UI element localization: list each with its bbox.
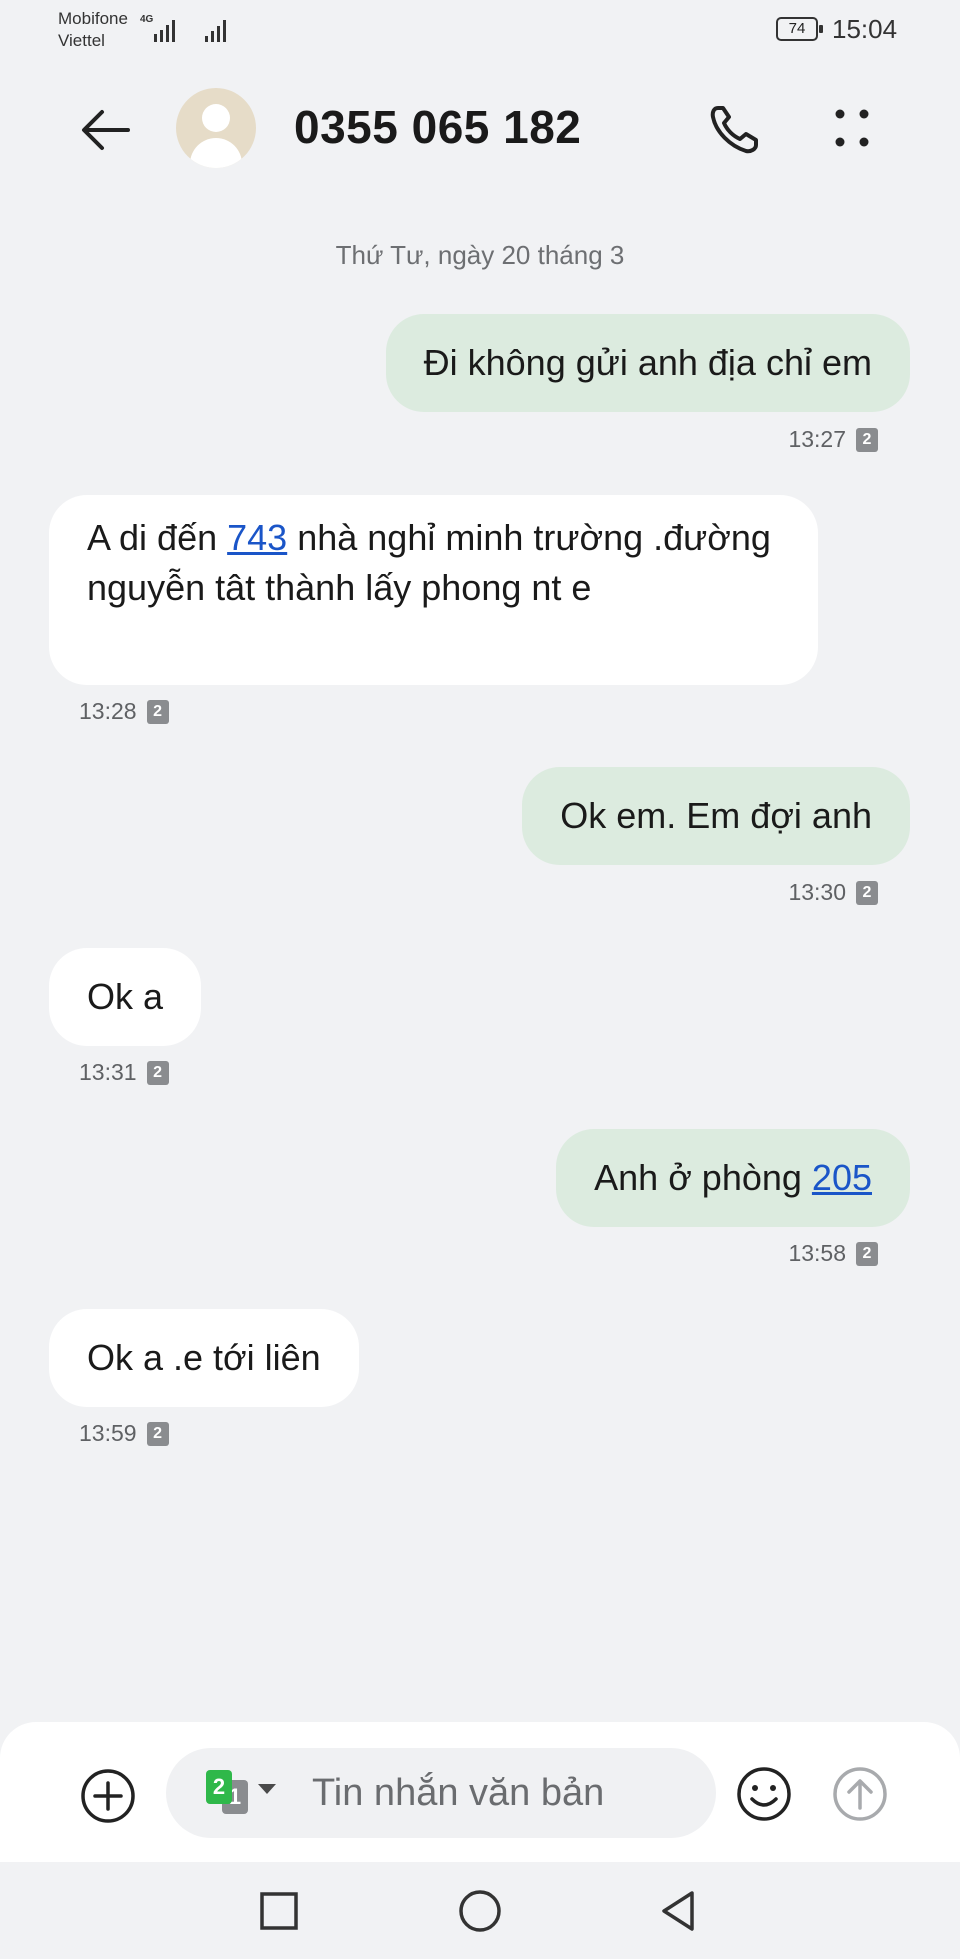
home-button[interactable]	[455, 1886, 505, 1936]
square-icon	[260, 1892, 298, 1930]
more-dots-icon	[835, 109, 869, 147]
battery-icon: 74	[776, 17, 823, 41]
message-bubble-incoming[interactable]: Ok a	[49, 948, 202, 1046]
signal-icon	[205, 16, 226, 42]
message-time: 13:30	[788, 879, 846, 905]
sim-badge: 2	[856, 880, 878, 905]
back-button[interactable]	[78, 100, 138, 160]
call-button[interactable]	[704, 100, 764, 160]
message-bubble-outgoing[interactable]: Anh ở phòng 205	[556, 1129, 910, 1227]
number-link[interactable]: 743	[227, 517, 287, 558]
plus-circle-icon	[81, 1769, 135, 1823]
message-bubble-incoming[interactable]: A di đến 743 nhà nghỉ minh trường .đường…	[49, 495, 818, 685]
sim-primary: 2	[206, 1770, 232, 1804]
date-separator: Thứ Tư, ngày 20 tháng 3	[335, 240, 625, 270]
conversation-header: 0355 065 182	[0, 80, 960, 180]
sim-badge: 2	[146, 1421, 169, 1446]
message-time: 13:58	[788, 1240, 846, 1266]
message-time: 13:27	[788, 426, 846, 452]
message-meta: 13:28 2	[79, 698, 169, 725]
sim-badge: 2	[146, 699, 169, 724]
message-meta: 13:30 2	[788, 879, 878, 906]
add-attachment-button[interactable]	[78, 1766, 138, 1826]
emoji-button[interactable]	[734, 1764, 794, 1824]
triangle-back-icon	[662, 1891, 694, 1931]
more-options-button[interactable]	[822, 100, 882, 160]
message-text: Đi không gửi anh địa chỉ em	[423, 342, 872, 383]
message-text: A di đến	[87, 517, 228, 558]
message-bubble-outgoing[interactable]: Ok em. Em đợi anh	[522, 767, 910, 865]
sim-badge: 2	[146, 1060, 169, 1085]
chevron-down-icon	[258, 1784, 276, 1794]
message-text: Ok a	[87, 976, 164, 1017]
sim-badge: 2	[856, 1241, 878, 1266]
number-link[interactable]: 205	[812, 1157, 872, 1198]
message-input-container: 1 2	[166, 1748, 716, 1838]
status-time: 15:04	[832, 14, 898, 44]
arrow-left-icon	[82, 110, 130, 150]
message-bubble-incoming[interactable]: Ok a .e tới liên	[49, 1309, 359, 1407]
message-meta: 13:31 2	[79, 1059, 169, 1086]
message-input[interactable]	[312, 1768, 692, 1818]
signal-icon	[140, 16, 175, 42]
sim-selector[interactable]: 1 2	[206, 1770, 276, 1814]
status-bar: Mobifone Viettel 4G 74 15:04	[0, 0, 960, 60]
sim-badge: 2	[856, 427, 878, 452]
carrier-labels: Mobifone Viettel	[58, 8, 128, 52]
message-meta: 13:59 2	[79, 1420, 169, 1447]
circle-icon	[459, 1890, 501, 1932]
phone-icon	[710, 106, 758, 154]
send-arrow-icon	[833, 1767, 887, 1821]
message-time: 13:28	[79, 698, 137, 724]
system-nav-bar	[0, 1862, 960, 1959]
send-button[interactable]	[830, 1764, 890, 1824]
carrier-2: Viettel	[58, 31, 105, 50]
contact-title[interactable]: 0355 065 182	[294, 100, 581, 154]
avatar[interactable]	[176, 88, 256, 168]
message-meta: 13:27 2	[788, 426, 878, 453]
back-nav-button[interactable]	[654, 1886, 704, 1936]
message-time: 13:59	[79, 1420, 137, 1446]
message-text: Ok a .e tới liên	[87, 1337, 321, 1378]
message-bubble-outgoing[interactable]: Đi không gửi anh địa chỉ em	[385, 314, 910, 412]
carrier-1: Mobifone	[58, 9, 128, 28]
message-composer: 1 2	[0, 1722, 960, 1862]
message-text: Ok em. Em đợi anh	[560, 795, 872, 836]
message-time: 13:31	[79, 1059, 137, 1085]
message-meta: 13:58 2	[788, 1240, 878, 1267]
smiley-icon	[737, 1767, 791, 1821]
recents-button[interactable]	[254, 1886, 304, 1936]
message-text: Anh ở phòng	[594, 1157, 812, 1198]
